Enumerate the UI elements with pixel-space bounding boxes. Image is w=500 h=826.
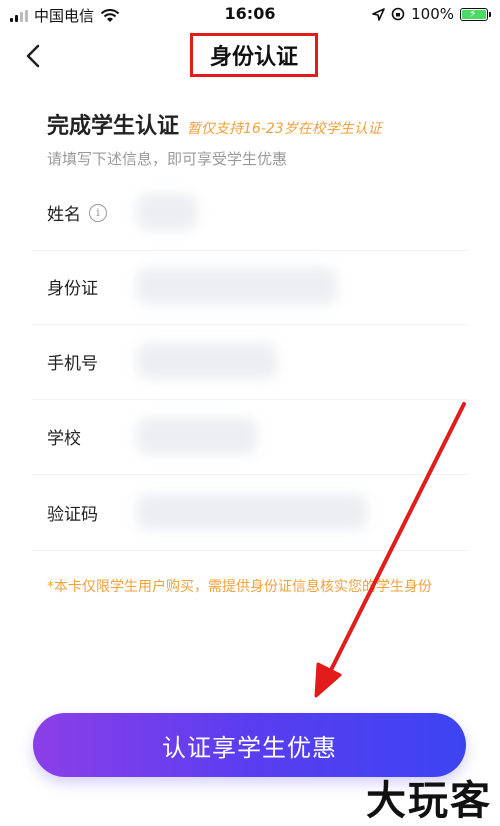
phone-label: 手机号	[47, 354, 98, 374]
orientation-lock-icon	[391, 7, 405, 21]
back-button[interactable]	[20, 42, 48, 70]
status-right: 100% ⚡	[372, 5, 491, 23]
disclaimer-text: *本卡仅限学生用户购买，需提供身份证信息核实您的学生身份	[47, 579, 432, 595]
name-input[interactable]	[137, 194, 197, 230]
page-title-highlight: 身份认证	[190, 33, 318, 77]
form-row-id-card: 身份证	[32, 250, 468, 325]
page-title: 身份认证	[209, 45, 298, 70]
student-verification-card: 完成学生认证 暂仅支持16-23岁在校学生认证 请填写下述信息，即可享受学生优惠…	[32, 88, 468, 648]
form-row-name: 姓名 i	[32, 176, 468, 251]
form-row-verification-code: 验证码	[32, 476, 468, 551]
school-label: 学校	[47, 429, 81, 449]
id-card-input[interactable]	[137, 268, 337, 304]
name-label-text: 姓名	[47, 205, 81, 225]
age-requirement-note: 暂仅支持16-23岁在校学生认证	[187, 121, 382, 137]
form-row-school: 学校	[32, 400, 468, 475]
submit-button-label: 认证享学生优惠	[162, 733, 337, 762]
card-subtitle: 请填写下述信息，即可享受学生优惠	[47, 150, 288, 168]
form-row-phone: 手机号	[32, 325, 468, 400]
verification-code-label: 验证码	[47, 505, 98, 525]
school-input[interactable]	[137, 418, 257, 454]
card-title: 完成学生认证	[47, 114, 180, 139]
info-icon[interactable]: i	[89, 203, 107, 222]
watermark-logo: 大玩客	[366, 777, 492, 824]
phone-input[interactable]	[137, 343, 277, 379]
verification-code-input[interactable]	[137, 494, 367, 530]
card-title-row: 完成学生认证 暂仅支持16-23岁在校学生认证	[47, 108, 382, 140]
name-label: 姓名 i	[47, 200, 107, 225]
id-card-label: 身份证	[47, 279, 98, 299]
battery-percent: 100%	[411, 5, 454, 23]
location-arrow-icon	[372, 7, 385, 21]
battery-icon: ⚡	[460, 7, 491, 21]
nav-bar: 身份认证	[0, 28, 500, 84]
status-bar: 中国电信 16:06 100% ⚡	[0, 0, 500, 28]
